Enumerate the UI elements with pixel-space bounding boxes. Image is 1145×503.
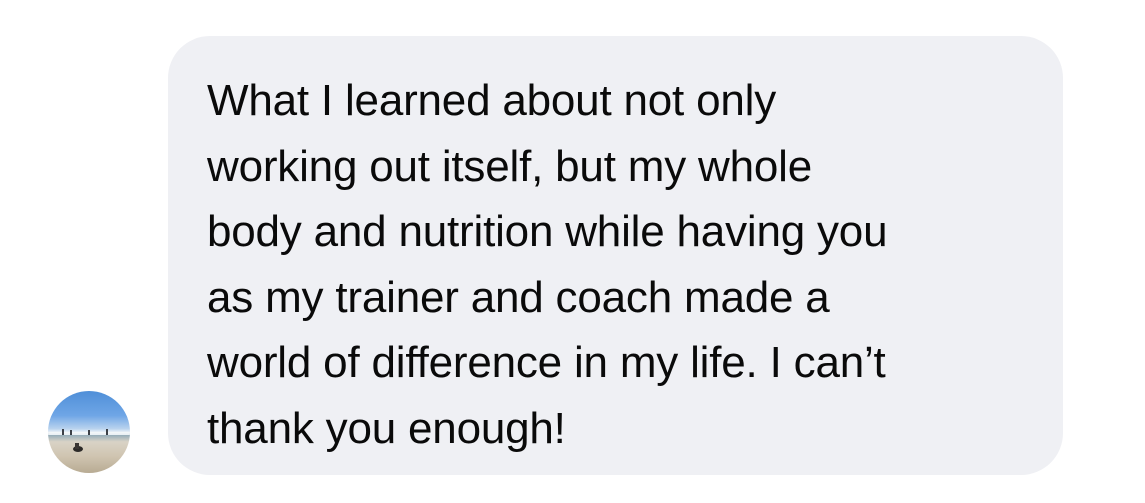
message-text: What I learned about not only working ou… [207, 76, 888, 453]
message-row: What I learned about not only working ou… [0, 0, 1145, 503]
sender-avatar[interactable] [48, 391, 130, 473]
message-bubble[interactable]: What I learned about not only working ou… [168, 36, 1063, 475]
beach-photo-icon [48, 429, 130, 452]
